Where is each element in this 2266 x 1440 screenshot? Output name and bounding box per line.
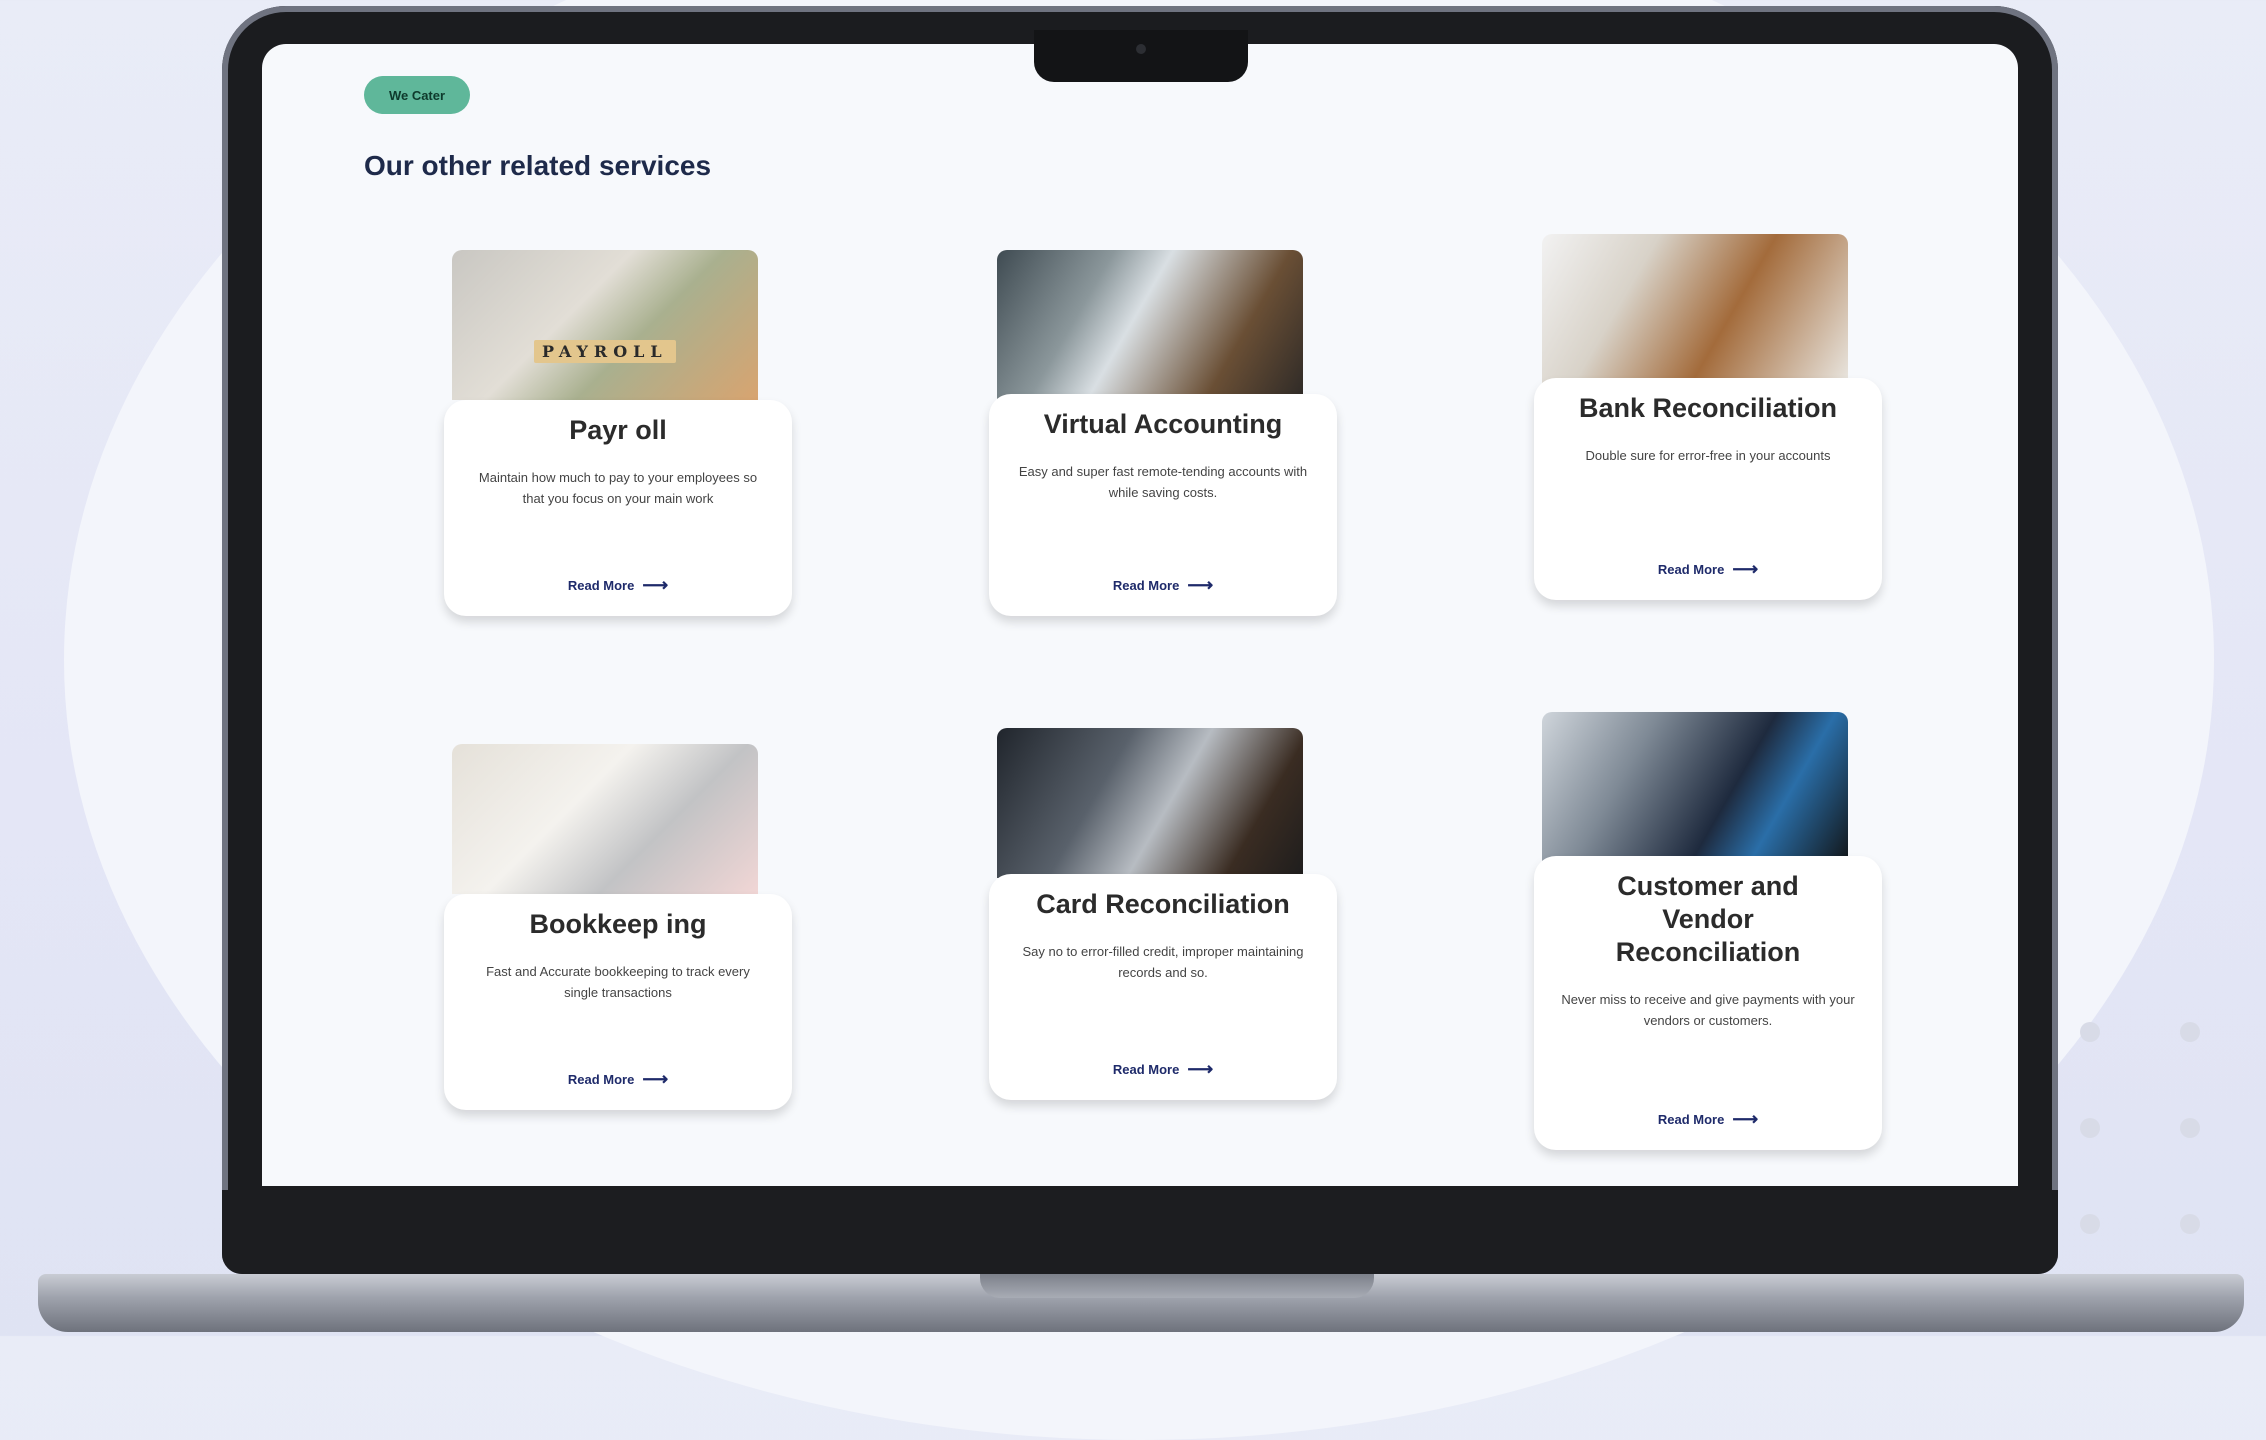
camera-icon — [1136, 44, 1146, 54]
service-card-customer-vendor: Customer and Vendor Reconciliation Never… — [1534, 712, 1884, 1186]
service-title: Card Reconciliation — [1036, 889, 1290, 919]
service-description: Double sure for error-free in your accou… — [1585, 448, 1831, 463]
service-card-bookkeeping: Bookkeep ing Fast and Accurate bookkeepi… — [444, 744, 794, 1164]
service-card-body: Virtual Accounting Easy and super fast r… — [989, 394, 1337, 616]
service-description: Fast and Accurate bookkeeping to track e… — [486, 964, 750, 1000]
service-title: Payr oll — [569, 415, 667, 445]
read-more-label: Read More — [1657, 562, 1725, 577]
arrow-right-icon: ⟶ — [1732, 1109, 1759, 1129]
service-title: Virtual Accounting — [1043, 409, 1283, 439]
arrow-right-icon: ⟶ — [642, 1069, 669, 1089]
service-card-card-reconciliation: Card Reconciliation Say no to error-fill… — [989, 728, 1339, 1148]
arrow-right-icon: ⟶ — [1732, 559, 1759, 579]
read-more-label: Read More — [1657, 1112, 1725, 1127]
read-more-link[interactable]: Read More ⟶ — [1534, 559, 1882, 580]
section-title: Our other related services — [364, 150, 712, 181]
virtual-accounting-image — [997, 250, 1303, 400]
arrow-right-icon: ⟶ — [1187, 1059, 1214, 1079]
read-more-link[interactable]: Read More ⟶ — [989, 1059, 1337, 1080]
bank-reconciliation-image — [1542, 234, 1848, 384]
customer-vendor-image — [1542, 712, 1848, 862]
read-more-label: Read More — [567, 1072, 635, 1087]
payroll-tiles: PAYROLL — [534, 340, 676, 363]
bookkeeping-image — [452, 744, 758, 894]
read-more-label: Read More — [1112, 1062, 1180, 1077]
read-more-label: Read More — [1112, 578, 1180, 593]
payroll-image: PAYROLL — [452, 250, 758, 400]
laptop-base — [38, 1274, 2244, 1332]
laptop-base-notch — [980, 1274, 1374, 1298]
service-card-body: Payr oll Maintain how much to pay to you… — [444, 400, 792, 616]
service-title: Customer and Vendor Reconciliation — [1615, 871, 1801, 967]
screen-bottom-bezel — [222, 1190, 2058, 1274]
read-more-link[interactable]: Read More ⟶ — [989, 575, 1337, 596]
arrow-right-icon: ⟶ — [1187, 575, 1214, 595]
service-description: Say no to error-filled credit, improper … — [1022, 944, 1304, 980]
service-title: Bookkeep ing — [529, 909, 707, 939]
service-description: Maintain how much to pay to your employe… — [478, 470, 758, 506]
service-card-body: Bank Reconciliation Double sure for erro… — [1534, 378, 1882, 600]
service-card-virtual-accounting: Virtual Accounting Easy and super fast r… — [989, 250, 1339, 670]
service-description: Easy and super fast remote-tending accou… — [1018, 464, 1308, 500]
service-card-body: Customer and Vendor Reconciliation Never… — [1534, 856, 1882, 1150]
read-more-link[interactable]: Read More ⟶ — [444, 1069, 792, 1090]
service-card-payroll: PAYROLL Payr oll Maintain how much to pa… — [444, 250, 794, 670]
read-more-link[interactable]: Read More ⟶ — [1534, 1109, 1882, 1130]
section-badge: We Cater — [364, 76, 470, 114]
service-title: Bank Reconciliation — [1578, 393, 1838, 423]
card-reconciliation-image — [997, 728, 1303, 878]
service-card-body: Card Reconciliation Say no to error-fill… — [989, 874, 1337, 1100]
read-more-link[interactable]: Read More ⟶ — [444, 575, 792, 596]
service-card-bank-reconciliation: Bank Reconciliation Double sure for erro… — [1534, 234, 1884, 654]
laptop-screen: We Cater Our other related services PAYR… — [262, 44, 2018, 1186]
service-description: Never miss to receive and give payments … — [1561, 992, 1855, 1028]
service-card-body: Bookkeep ing Fast and Accurate bookkeepi… — [444, 894, 792, 1110]
camera-notch — [1034, 30, 1248, 82]
read-more-label: Read More — [567, 578, 635, 593]
arrow-right-icon: ⟶ — [642, 575, 669, 595]
